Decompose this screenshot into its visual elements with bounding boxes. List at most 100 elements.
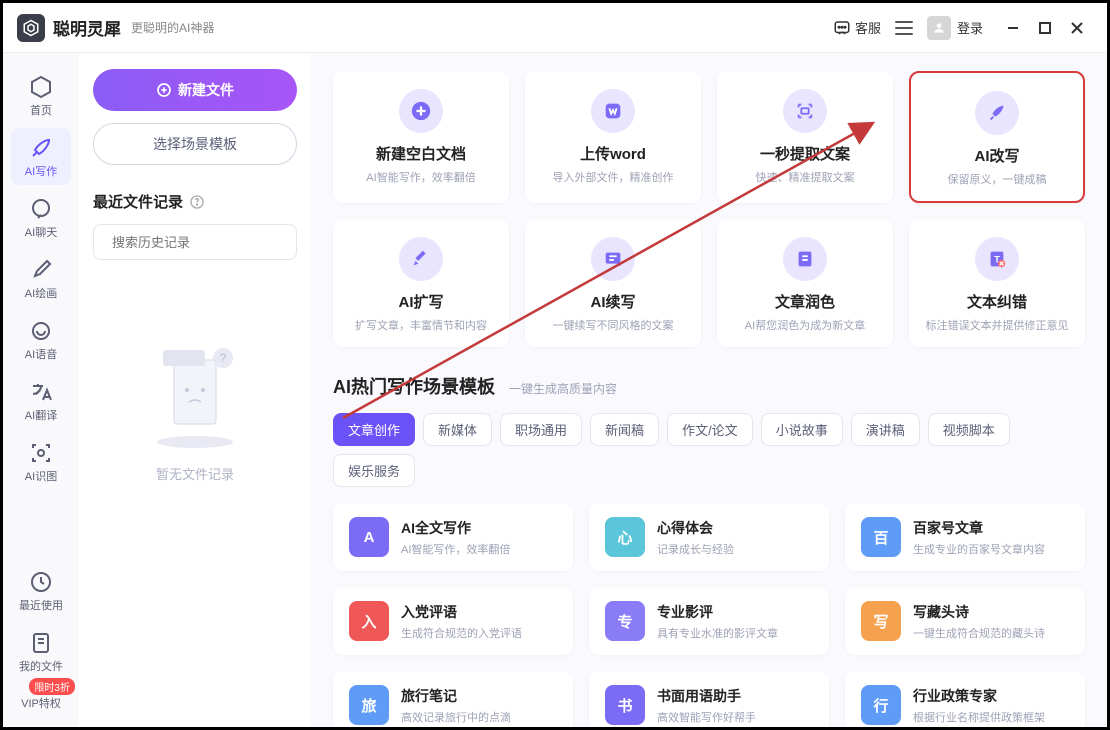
template-card-subtitle: AI智能写作，效率翻倍 <box>401 541 510 557</box>
chat-icon <box>29 197 53 221</box>
choose-template-button[interactable]: 选择场景模板 <box>93 123 297 165</box>
menu-icon[interactable] <box>895 21 913 35</box>
maximize-button[interactable] <box>1029 12 1061 44</box>
template-card-title: 心得体会 <box>657 518 734 538</box>
template-card-title: 书面用语助手 <box>657 686 756 706</box>
sidebar-item-vip[interactable]: 限时3折 VIP特权 <box>11 684 71 717</box>
template-card-2[interactable]: 百 百家号文章 生成专业的百家号文章内容 <box>845 503 1085 571</box>
template-card-icon: 旅 <box>349 685 389 725</box>
template-card-8[interactable]: 行 行业政策专家 根据行业名称提供政策框架 <box>845 671 1085 727</box>
template-card-icon: 专 <box>605 601 645 641</box>
template-card-1[interactable]: 心 心得体会 记录成长与经验 <box>589 503 829 571</box>
feature-card-icon: T <box>975 237 1019 281</box>
feather-icon <box>29 136 53 160</box>
template-card-title: 旅行笔记 <box>401 686 511 706</box>
feature-card-7[interactable]: T 文本纠错 标注错误文本并提供修正意见 <box>909 219 1085 347</box>
template-card-7[interactable]: 书 书面用语助手 高效智能写作好帮手 <box>589 671 829 727</box>
feature-card-subtitle: 一键续写不同风格的文案 <box>553 317 674 333</box>
login-label: 登录 <box>957 18 983 37</box>
feature-card-0[interactable]: 新建空白文档 AI智能写作，效率翻倍 <box>333 71 509 203</box>
tab-1[interactable]: 新媒体 <box>423 413 492 446</box>
tab-4[interactable]: 作文/论文 <box>667 413 753 446</box>
feature-card-title: AI续写 <box>590 291 635 312</box>
sidebar-item-label: 首页 <box>30 102 52 118</box>
template-card-icon: 书 <box>605 685 645 725</box>
template-card-icon: 写 <box>861 601 901 641</box>
sidebar-item-ai-write[interactable]: AI写作 <box>11 128 71 185</box>
app-name: 聪明灵犀 <box>53 15 121 40</box>
template-card-subtitle: 生成符合规范的入党评语 <box>401 625 522 641</box>
close-button[interactable] <box>1061 12 1093 44</box>
tab-5[interactable]: 小说故事 <box>761 413 843 446</box>
tab-3[interactable]: 新闻稿 <box>590 413 659 446</box>
sidebar-item-label: AI识图 <box>25 468 57 484</box>
sidebar-item-my-files[interactable]: 我的文件 <box>11 623 71 680</box>
sidebar-item-ai-voice[interactable]: AI语音 <box>11 311 71 368</box>
help-icon[interactable] <box>189 194 205 210</box>
section-subtitle: 一键生成高质量内容 <box>509 380 617 397</box>
feature-card-title: AI改写 <box>974 145 1019 166</box>
feature-card-subtitle: 保留原义，一键成稿 <box>948 171 1047 187</box>
feature-card-title: 上传word <box>580 143 646 164</box>
login-button[interactable]: 登录 <box>927 16 983 40</box>
template-card-subtitle: 根据行业名称提供政策框架 <box>913 709 1045 725</box>
feature-card-subtitle: 扩写文章，丰富情节和内容 <box>355 317 487 333</box>
template-card-icon: 百 <box>861 517 901 557</box>
feature-card-title: 新建空白文档 <box>376 143 466 164</box>
section-title: AI热门写作场景模板 <box>333 373 495 399</box>
template-card-title: 入党评语 <box>401 602 522 622</box>
customer-service-button[interactable]: 客服 <box>833 18 881 37</box>
minimize-button[interactable] <box>997 12 1029 44</box>
template-card-title: AI全文写作 <box>401 518 510 538</box>
template-card-icon: 入 <box>349 601 389 641</box>
clock-icon <box>29 570 53 594</box>
template-card-icon: 心 <box>605 517 645 557</box>
feature-card-3[interactable]: AI改写 保留原义，一键成稿 <box>909 71 1085 203</box>
tab-0[interactable]: 文章创作 <box>333 413 415 446</box>
feature-card-title: 文章润色 <box>775 291 835 312</box>
template-card-icon: A <box>349 517 389 557</box>
feature-card-subtitle: AI智能写作，效率翻倍 <box>366 169 475 185</box>
template-card-subtitle: 一键生成符合规范的藏头诗 <box>913 625 1045 641</box>
template-card-subtitle: 高效记录旅行中的点滴 <box>401 709 511 725</box>
template-card-6[interactable]: 旅 旅行笔记 高效记录旅行中的点滴 <box>333 671 573 727</box>
tab-7[interactable]: 视频脚本 <box>928 413 1010 446</box>
vip-badge: 限时3折 <box>29 678 75 695</box>
template-card-title: 写藏头诗 <box>913 602 1045 622</box>
template-card-5[interactable]: 写 写藏头诗 一键生成符合规范的藏头诗 <box>845 587 1085 655</box>
sidebar-item-label: AI翻译 <box>25 407 57 423</box>
template-card-3[interactable]: 入 入党评语 生成符合规范的入党评语 <box>333 587 573 655</box>
translate-icon <box>29 380 53 404</box>
search-input[interactable] <box>112 235 288 250</box>
sidebar-item-ai-draw[interactable]: AI绘画 <box>11 250 71 307</box>
home-icon <box>29 75 53 99</box>
template-card-subtitle: 具有专业水准的影评文章 <box>657 625 778 641</box>
feature-card-6[interactable]: 文章润色 AI帮您润色为成为新文章 <box>717 219 893 347</box>
feature-card-2[interactable]: 一秒提取文案 快速、精准提取文案 <box>717 71 893 203</box>
feature-card-title: AI扩写 <box>398 291 443 312</box>
sidebar-item-label: 最近使用 <box>19 597 63 613</box>
tab-8[interactable]: 娱乐服务 <box>333 454 415 487</box>
sidebar-item-ai-chat[interactable]: AI聊天 <box>11 189 71 246</box>
feature-card-icon <box>783 237 827 281</box>
feature-card-icon <box>591 89 635 133</box>
sidebar-item-ai-image-recognize[interactable]: AI识图 <box>11 433 71 490</box>
feature-card-4[interactable]: AI扩写 扩写文章，丰富情节和内容 <box>333 219 509 347</box>
search-input-wrap[interactable] <box>93 224 297 260</box>
tab-6[interactable]: 演讲稿 <box>851 413 920 446</box>
template-card-4[interactable]: 专 专业影评 具有专业水准的影评文章 <box>589 587 829 655</box>
sidebar-item-home[interactable]: 首页 <box>11 67 71 124</box>
sidebar-item-ai-translate[interactable]: AI翻译 <box>11 372 71 429</box>
new-file-button[interactable]: 新建文件 <box>93 69 297 111</box>
template-card-0[interactable]: A AI全文写作 AI智能写作，效率翻倍 <box>333 503 573 571</box>
feature-card-1[interactable]: 上传word 导入外部文件，精准创作 <box>525 71 701 203</box>
choose-template-label: 选择场景模板 <box>153 134 237 154</box>
feature-card-5[interactable]: AI续写 一键续写不同风格的文案 <box>525 219 701 347</box>
feature-card-icon <box>399 237 443 281</box>
template-card-subtitle: 生成专业的百家号文章内容 <box>913 541 1045 557</box>
sidebar-item-recent[interactable]: 最近使用 <box>11 562 71 619</box>
app-slogan: 更聪明的AI神器 <box>131 19 214 36</box>
sidebar-item-label: 我的文件 <box>19 658 63 674</box>
tab-2[interactable]: 职场通用 <box>500 413 582 446</box>
avatar-icon <box>927 16 951 40</box>
